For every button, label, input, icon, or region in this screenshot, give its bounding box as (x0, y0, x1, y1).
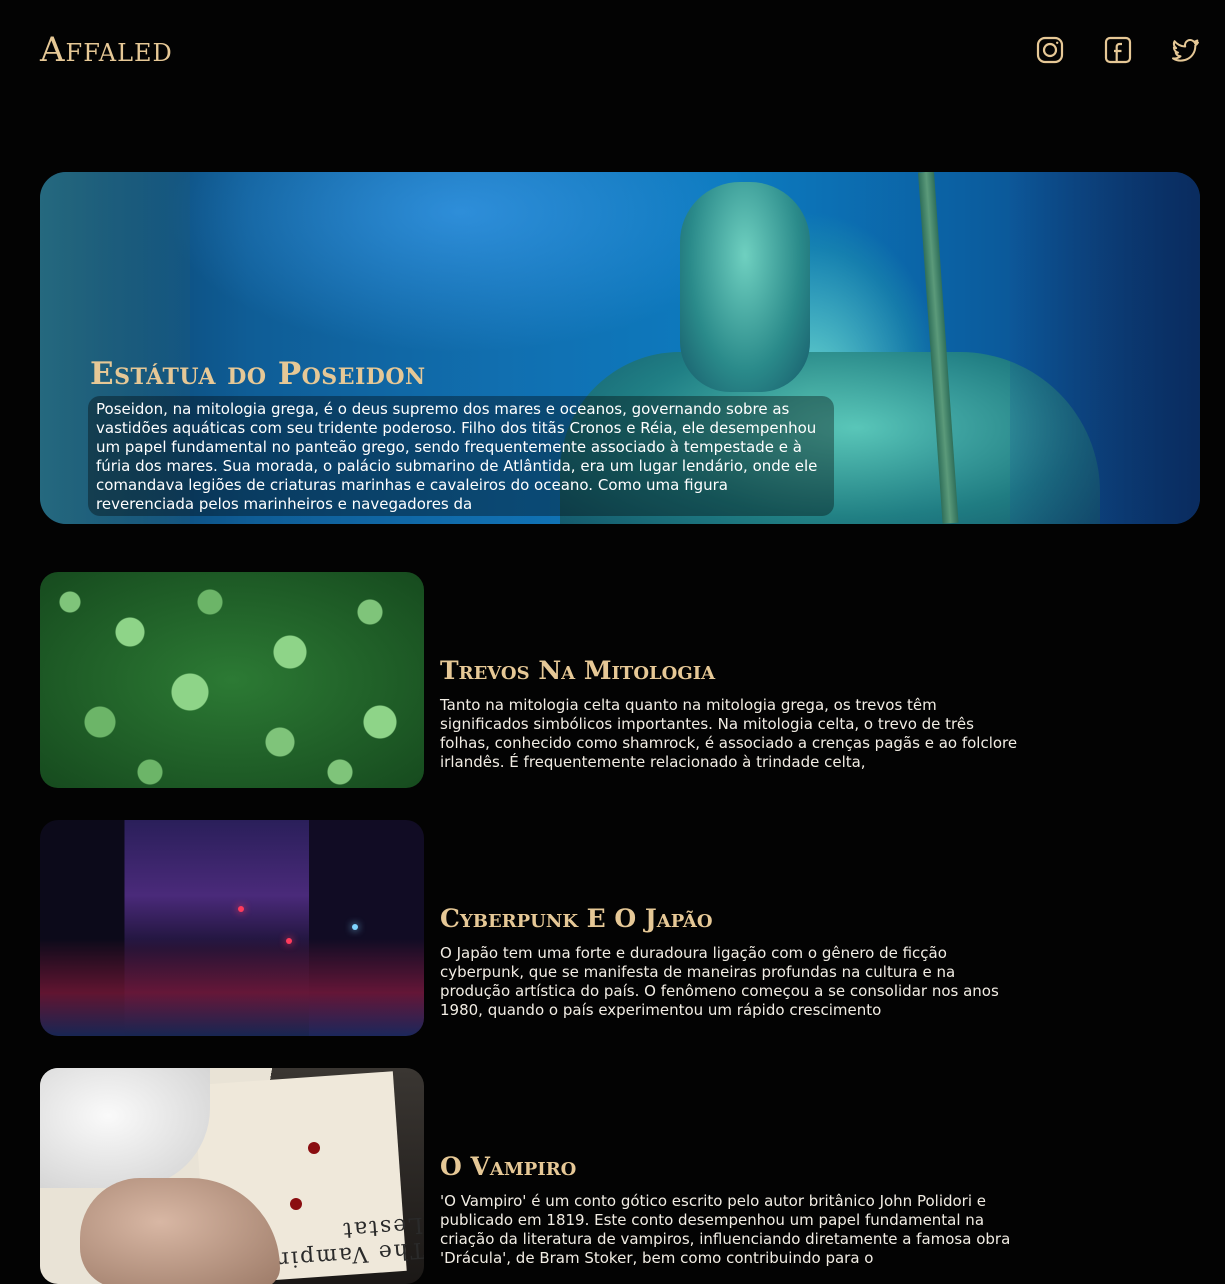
site-header: Affaled (0, 0, 1225, 110)
city-light (286, 938, 292, 944)
twitter-icon[interactable] (1170, 34, 1202, 66)
hero-text-box: Poseidon, na mitologia grega, é o deus s… (88, 396, 834, 516)
article-text: Tanto na mitologia celta quanto na mitol… (440, 696, 1018, 771)
hero-card[interactable]: Estátua do Poseidon Poseidon, na mitolog… (40, 172, 1200, 524)
site-logo[interactable]: Affaled (40, 30, 173, 70)
city-light (238, 906, 244, 912)
blood-drop (308, 1142, 320, 1154)
article-card: Cyberpunk E O Japão O Japão tem uma fort… (40, 820, 1200, 1036)
instagram-icon[interactable] (1034, 34, 1066, 66)
facebook-icon[interactable] (1102, 34, 1134, 66)
article-title[interactable]: Trevos Na Mitologia (440, 656, 715, 685)
article-text: 'O Vampiro' é um conto gótico escrito pe… (440, 1192, 1011, 1267)
article-title[interactable]: Cyberpunk E O Japão (440, 904, 713, 933)
hero-text: Poseidon, na mitologia grega, é o deus s… (96, 400, 818, 513)
article-title[interactable]: O Vampiro (440, 1152, 576, 1181)
blood-drop (290, 1198, 302, 1210)
shirt-sleeve (40, 1068, 210, 1188)
city-light (352, 924, 358, 930)
article-text: O Japão tem uma forte e duradoura ligaçã… (440, 944, 999, 1019)
article-image-book[interactable]: The Vampire Lestat (40, 1068, 424, 1284)
hero-image-water (1010, 172, 1200, 524)
hero-title: Estátua do Poseidon (90, 356, 426, 392)
hero-image-statue-head (680, 182, 810, 392)
article-image-clovers[interactable] (40, 572, 424, 788)
article-card: The Vampire Lestat O Vampiro 'O Vampiro'… (40, 1068, 1200, 1284)
article-card: Trevos Na Mitologia Tanto na mitologia c… (40, 572, 1200, 788)
article-image-city[interactable] (40, 820, 424, 1036)
